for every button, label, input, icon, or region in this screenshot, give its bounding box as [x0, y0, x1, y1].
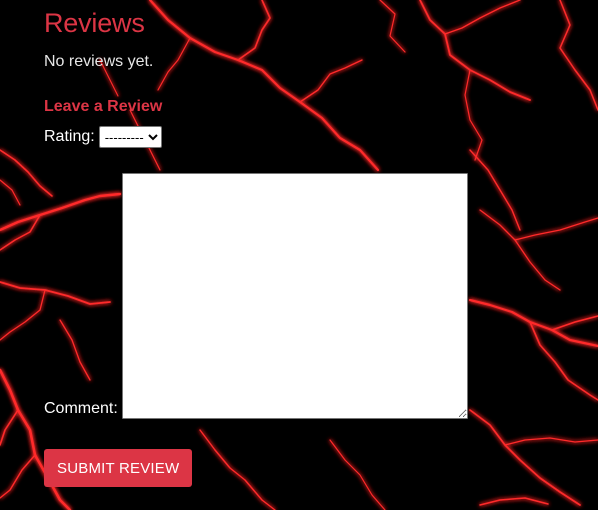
- no-reviews-message: No reviews yet.: [44, 53, 154, 70]
- rating-select[interactable]: ---------: [98, 126, 162, 148]
- comment-row: Comment:: [44, 173, 468, 419]
- comment-textarea[interactable]: [121, 173, 468, 419]
- submit-review-button[interactable]: SUBMIT REVIEW: [44, 449, 193, 487]
- reviews-page: Reviews No reviews yet. Leave a Review R…: [0, 0, 598, 510]
- rating-label: Rating:: [44, 128, 95, 145]
- reviews-title: Reviews: [44, 8, 145, 38]
- comment-label: Comment:: [44, 400, 118, 417]
- rating-row: Rating: ---------: [44, 126, 162, 148]
- leave-review-heading: Leave a Review: [44, 98, 163, 115]
